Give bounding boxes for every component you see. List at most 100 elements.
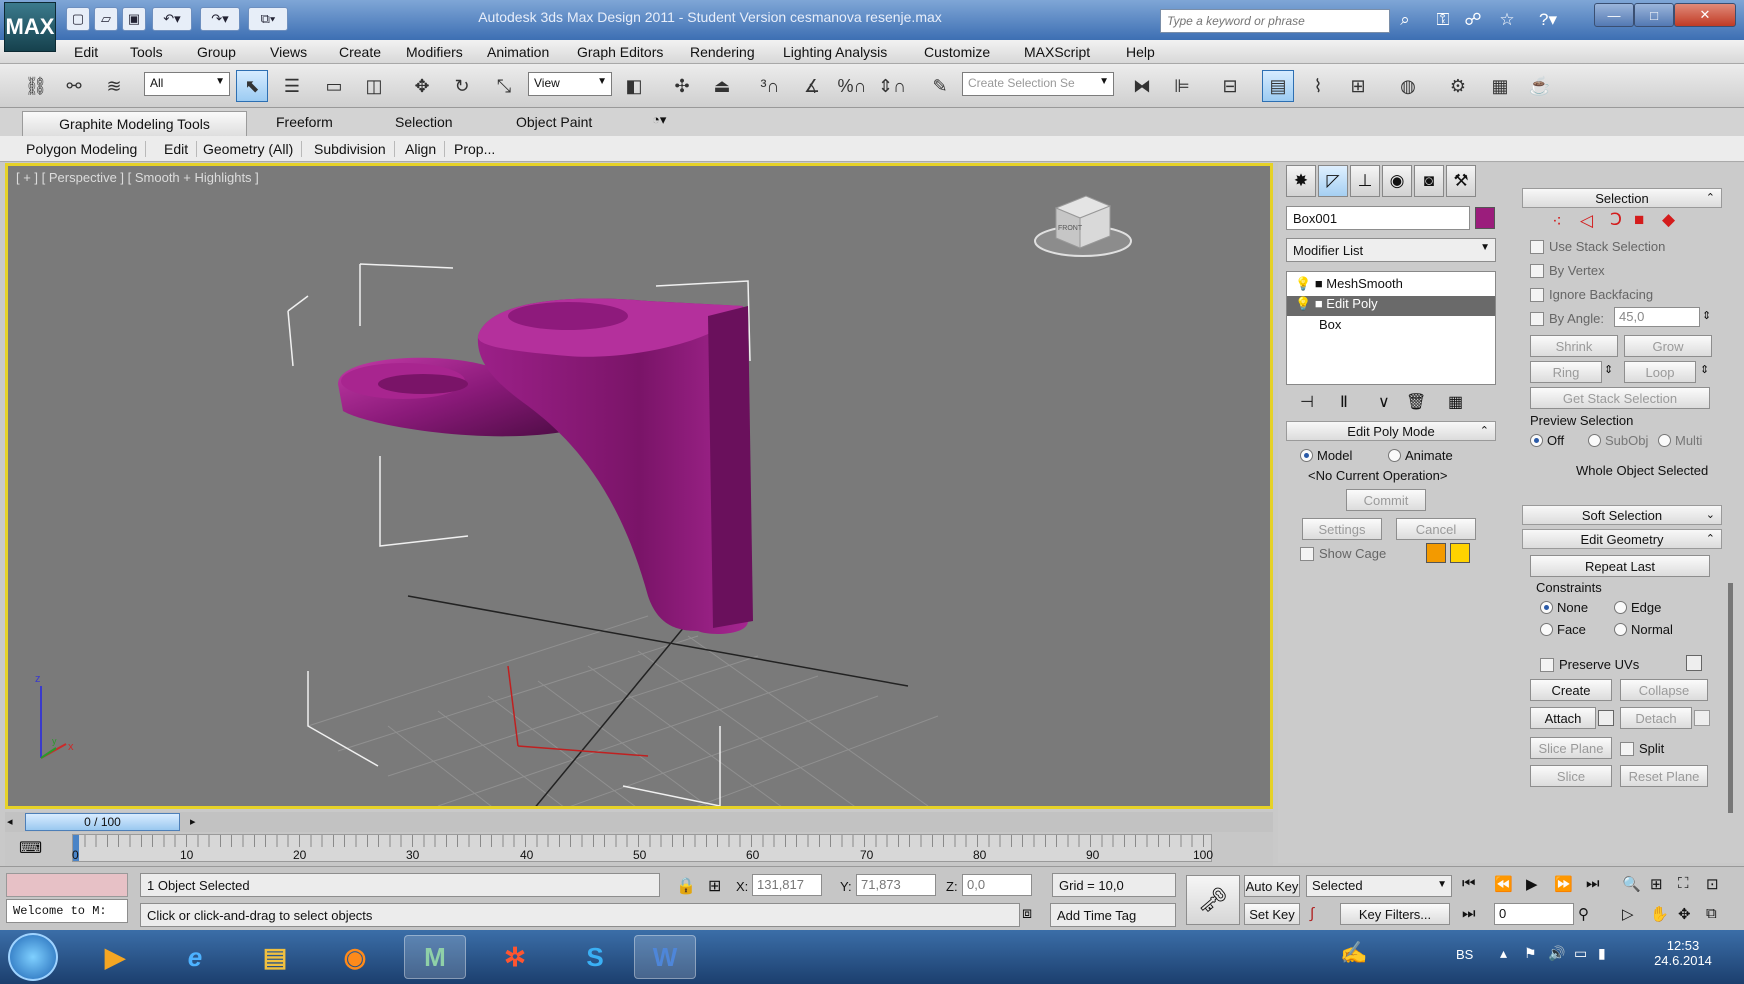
- go-to-end-icon[interactable]: ⏭: [1586, 875, 1600, 892]
- settings-button[interactable]: Settings: [1302, 518, 1382, 540]
- time-tag-icon[interactable]: ⧈: [1022, 905, 1032, 923]
- auto-key-button[interactable]: Auto Key: [1244, 875, 1300, 897]
- select-and-move-icon[interactable]: ✥: [406, 70, 438, 102]
- ribbon-panel-subdivision[interactable]: Subdivision: [314, 141, 395, 157]
- key-filters-button[interactable]: Key Filters...: [1340, 903, 1450, 925]
- ribbon-panel-geometry-all[interactable]: Geometry (All): [203, 141, 303, 157]
- curve-editor-icon[interactable]: ⌇: [1302, 70, 1334, 102]
- angle-value-input[interactable]: 45,0: [1614, 307, 1700, 327]
- percent-snap-icon[interactable]: %∩: [836, 70, 868, 102]
- shrink-button[interactable]: Shrink: [1530, 335, 1618, 357]
- menu-edit[interactable]: Edit: [74, 44, 98, 60]
- cancel-button[interactable]: Cancel: [1396, 518, 1476, 540]
- mode-animate-radio[interactable]: Animate: [1388, 448, 1453, 463]
- file-explorer-icon[interactable]: ▤: [244, 935, 306, 979]
- ribbon-options-icon[interactable]: ◔▾: [652, 112, 666, 128]
- select-and-rotate-icon[interactable]: ↻: [446, 70, 478, 102]
- volume-icon[interactable]: 🔊: [1548, 945, 1565, 962]
- maxscript-mini-listener-pink[interactable]: [6, 873, 128, 897]
- tab-graphite-modeling-tools[interactable]: Graphite Modeling Tools: [22, 111, 247, 136]
- modify-tab-icon[interactable]: ◸: [1318, 165, 1348, 197]
- set-keys-key-icon[interactable]: 🗝: [1186, 875, 1240, 925]
- slice-button[interactable]: Slice: [1530, 765, 1612, 787]
- create-tab-icon[interactable]: ✸: [1286, 165, 1316, 197]
- zoom-icon[interactable]: 🔍: [1622, 875, 1641, 893]
- firefox-icon[interactable]: ◉: [324, 935, 386, 979]
- play-animation-icon[interactable]: ▶: [1526, 875, 1538, 893]
- menu-lighting-analysis[interactable]: Lighting Analysis: [783, 44, 887, 60]
- render-setup-icon[interactable]: ⚙: [1442, 70, 1474, 102]
- time-slider-thumb[interactable]: 0 / 100: [25, 813, 180, 831]
- menu-graph-editors[interactable]: Graph Editors: [577, 44, 663, 60]
- ribbon-panel-properties[interactable]: Prop...: [454, 141, 503, 157]
- preview-multi-radio[interactable]: Multi: [1658, 433, 1702, 448]
- loop-spinner-icon[interactable]: ⇕: [1700, 363, 1709, 376]
- communication-center-icon[interactable]: ☍: [1460, 8, 1486, 32]
- schematic-view-icon[interactable]: ⊞: [1342, 70, 1374, 102]
- layer-manager-icon[interactable]: ⊟: [1214, 70, 1246, 102]
- ring-button[interactable]: Ring: [1530, 361, 1602, 383]
- absolute-mode-transform-icon[interactable]: ⊞: [708, 876, 721, 896]
- reset-plane-button[interactable]: Reset Plane: [1620, 765, 1708, 787]
- graphite-modeling-toggle-icon[interactable]: ▤: [1262, 70, 1294, 102]
- attach-button[interactable]: Attach: [1530, 707, 1596, 729]
- add-time-tag-field[interactable]: Add Time Tag: [1050, 903, 1176, 927]
- select-object-icon[interactable]: ⬉: [236, 70, 268, 102]
- network-icon[interactable]: ▭: [1574, 945, 1587, 962]
- by-vertex-checkbox[interactable]: By Vertex: [1530, 263, 1605, 278]
- zoom-all-icon[interactable]: ⊞: [1650, 875, 1663, 893]
- menu-maxscript[interactable]: MAXScript: [1024, 44, 1090, 60]
- constraint-edge-radio[interactable]: Edge: [1614, 600, 1661, 615]
- object-name-field[interactable]: Box001: [1286, 206, 1470, 230]
- configure-modifier-sets-icon[interactable]: ▦: [1448, 392, 1463, 412]
- stack-item-meshsmooth[interactable]: 💡 ■ MeshSmooth: [1287, 276, 1495, 296]
- pin-stack-icon[interactable]: ⊣: [1300, 392, 1314, 412]
- select-and-link-icon[interactable]: ⛓: [20, 70, 52, 102]
- motion-tab-icon[interactable]: ◉: [1382, 165, 1412, 197]
- polygon-subobject-icon[interactable]: ■: [1634, 210, 1644, 230]
- show-end-result-icon[interactable]: Ⅱ: [1340, 392, 1348, 412]
- preview-off-radio[interactable]: Off: [1530, 433, 1564, 448]
- detach-settings-icon[interactable]: [1694, 710, 1710, 726]
- toggle-box-icon[interactable]: ■: [1315, 296, 1323, 311]
- edge-subobject-icon[interactable]: ◁: [1580, 211, 1593, 231]
- mini-curve-editor-icon[interactable]: ⌨: [19, 838, 42, 858]
- menu-create[interactable]: Create: [339, 44, 381, 60]
- pan-view-icon[interactable]: ✋: [1650, 905, 1669, 923]
- make-unique-icon[interactable]: ∨: [1378, 392, 1390, 412]
- project-folder-icon[interactable]: ⧉▾: [248, 7, 288, 31]
- rollout-edit-geometry[interactable]: Edit Geometry ⌃: [1522, 529, 1722, 549]
- application-button[interactable]: MAX: [4, 2, 56, 52]
- save-file-icon[interactable]: ▣: [122, 7, 146, 31]
- search-input[interactable]: [1160, 9, 1390, 33]
- binoculars-search-icon[interactable]: ⌕: [1392, 8, 1418, 32]
- zoom-extents-icon[interactable]: ⛶: [1678, 875, 1689, 892]
- next-key-icon[interactable]: ⏩: [1554, 875, 1573, 893]
- maximize-button[interactable]: □: [1634, 3, 1674, 27]
- select-and-scale-icon[interactable]: ⤡: [488, 70, 520, 102]
- angle-snap-icon[interactable]: ∡: [796, 70, 828, 102]
- bind-to-space-warp-icon[interactable]: ≋: [98, 70, 130, 102]
- window-crossing-icon[interactable]: ◫: [358, 70, 390, 102]
- menu-modifiers[interactable]: Modifiers: [406, 44, 463, 60]
- utilities-tab-icon[interactable]: ⚒: [1446, 165, 1476, 197]
- angle-spinner-icon[interactable]: ⇕: [1702, 309, 1711, 322]
- tab-freeform[interactable]: Freeform: [276, 114, 333, 130]
- close-button[interactable]: ✕: [1674, 3, 1736, 27]
- 3ds-max-taskbar-icon[interactable]: M: [404, 935, 466, 979]
- cage-selected-color-swatch[interactable]: [1450, 543, 1470, 563]
- favorites-star-icon[interactable]: ☆: [1494, 8, 1520, 32]
- menu-views[interactable]: Views: [270, 44, 307, 60]
- edit-named-selection-icon[interactable]: ✎: [924, 70, 956, 102]
- key-mode-dropdown[interactable]: Selected ▼: [1306, 875, 1452, 897]
- internet-explorer-icon[interactable]: e: [164, 935, 226, 979]
- lightbulb-icon[interactable]: 💡: [1295, 276, 1311, 291]
- loop-button[interactable]: Loop: [1624, 361, 1696, 383]
- new-file-icon[interactable]: ▢: [66, 7, 90, 31]
- constraint-normal-radio[interactable]: Normal: [1614, 622, 1673, 637]
- word-icon[interactable]: W: [634, 935, 696, 979]
- split-checkbox[interactable]: Split: [1620, 741, 1664, 756]
- collapse-button[interactable]: Collapse: [1620, 679, 1708, 701]
- language-indicator[interactable]: BS: [1456, 947, 1473, 962]
- constraint-none-radio[interactable]: None: [1540, 600, 1588, 615]
